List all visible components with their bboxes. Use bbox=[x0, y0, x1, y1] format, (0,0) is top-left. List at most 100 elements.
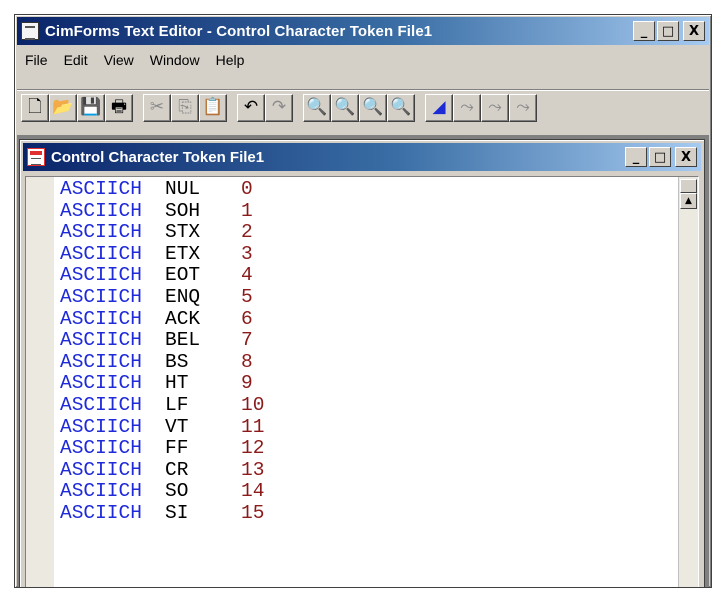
editor-line[interactable]: ASCIICH STX 2 bbox=[60, 222, 264, 244]
bookmark-previous-button[interactable]: ⤳ bbox=[481, 93, 509, 122]
line-name: SOH bbox=[165, 199, 201, 222]
undo-button[interactable]: ↶ bbox=[237, 93, 265, 122]
editor-line[interactable]: ASCIICH SO 14 bbox=[60, 481, 264, 503]
document-title: Control Character Token File1 bbox=[51, 148, 265, 166]
line-keyword: ASCIICH bbox=[60, 350, 142, 373]
text-editor[interactable]: ASCIICH NUL 0 ASCIICH SOH 1 ASCIICH STX 2 ASCIICH… bbox=[25, 176, 699, 587]
line-code: 12 bbox=[241, 437, 265, 460]
line-name: ETX bbox=[165, 242, 201, 265]
line-name: EOT bbox=[165, 264, 201, 287]
scroll-thumb[interactable] bbox=[680, 179, 697, 193]
menu-bar: File Edit View Window Help bbox=[17, 47, 709, 73]
editor-line[interactable]: ASCIICH LF 10 bbox=[60, 393, 264, 417]
document-minimize-button[interactable]: _ bbox=[625, 147, 647, 167]
app-titlebar[interactable]: CimForms Text Editor - Control Character… bbox=[17, 17, 709, 45]
line-keyword: ASCIICH bbox=[60, 221, 142, 244]
open-folder-button[interactable]: 📂 bbox=[49, 93, 77, 122]
editor-line[interactable]: ASCIICH BS 8 bbox=[60, 350, 264, 374]
menu-help[interactable]: Help bbox=[208, 52, 253, 68]
line-name: NUL bbox=[165, 178, 201, 200]
find-button[interactable]: 🔍 bbox=[303, 93, 331, 122]
bookmark-toggle-icon: ◢ bbox=[432, 97, 446, 117]
scroll-up-button[interactable]: ▲ bbox=[680, 193, 697, 209]
line-name: SI bbox=[165, 501, 189, 524]
bookmark-clear-button[interactable]: ⤳ bbox=[509, 93, 537, 122]
find-previous-icon: 🔍 bbox=[362, 97, 384, 117]
app-title: CimForms Text Editor - Control Character… bbox=[45, 22, 433, 40]
menu-window[interactable]: Window bbox=[142, 52, 208, 68]
line-keyword: ASCIICH bbox=[60, 329, 142, 352]
line-keyword: ASCIICH bbox=[60, 307, 142, 330]
line-name: VT bbox=[165, 415, 189, 438]
undo-icon: ↶ bbox=[243, 97, 259, 117]
document-maximize-button[interactable]: □ bbox=[649, 147, 671, 167]
line-code: 4 bbox=[241, 264, 253, 287]
print-icon: 🖶 bbox=[110, 97, 128, 117]
line-keyword: ASCIICH bbox=[60, 415, 142, 438]
line-name: BS bbox=[165, 350, 189, 373]
editor-line[interactable]: ASCIICH VT 11 bbox=[60, 415, 264, 439]
line-code: 1 bbox=[241, 199, 253, 222]
line-keyword: ASCIICH bbox=[60, 178, 142, 200]
paste-button[interactable]: 📋 bbox=[199, 93, 227, 122]
bookmark-next-icon: ⤳ bbox=[460, 97, 474, 117]
editor-line[interactable]: ASCIICH CR 13 bbox=[60, 458, 265, 482]
line-name: CR bbox=[165, 458, 189, 481]
toolbar: 🗋 📂 💾 🖶 ✂ ⎘ 📋 ↶ ↷ 🔍 🔍 🔍 🔍 ◢ ⤳ ⤳ ⤳ bbox=[17, 89, 709, 125]
copy-button[interactable]: ⎘ bbox=[171, 93, 199, 122]
line-code: 3 bbox=[241, 242, 253, 265]
editor-line[interactable]: ASCIICH FF 12 bbox=[60, 438, 264, 460]
document-titlebar[interactable]: Control Character Token File1 _ □ X bbox=[23, 143, 701, 171]
line-keyword: ASCIICH bbox=[60, 458, 142, 481]
vertical-scrollbar[interactable]: ▲ bbox=[678, 177, 698, 587]
document-close-button[interactable]: X bbox=[675, 147, 697, 167]
redo-button[interactable]: ↷ bbox=[265, 93, 293, 122]
close-button[interactable]: X bbox=[683, 21, 705, 41]
line-code: 5 bbox=[241, 285, 253, 308]
new-file-icon: 🗋 bbox=[28, 97, 42, 117]
print-button[interactable]: 🖶 bbox=[105, 93, 133, 122]
menu-file[interactable]: File bbox=[21, 52, 56, 68]
save-button[interactable]: 💾 bbox=[77, 93, 105, 122]
minimize-button[interactable]: _ bbox=[633, 21, 655, 41]
replace-icon: 🔍 bbox=[390, 97, 412, 117]
editor-line[interactable]: ASCIICH BEL 7 bbox=[60, 330, 264, 352]
menu-edit[interactable]: Edit bbox=[56, 52, 96, 68]
copy-icon: ⎘ bbox=[178, 97, 192, 117]
find-previous-button[interactable]: 🔍 bbox=[359, 93, 387, 122]
editor-lines[interactable]: ASCIICH NUL 0 ASCIICH SOH 1 ASCIICH STX 2 ASCIICH… bbox=[60, 178, 265, 525]
document-icon[interactable] bbox=[27, 148, 45, 166]
bookmark-previous-icon: ⤳ bbox=[488, 97, 502, 117]
redo-icon: ↷ bbox=[271, 97, 287, 117]
line-name: BEL bbox=[165, 329, 201, 352]
line-code: 14 bbox=[241, 480, 265, 503]
save-icon: 💾 bbox=[80, 97, 102, 117]
editor-gutter[interactable] bbox=[26, 177, 54, 587]
find-icon: 🔍 bbox=[306, 97, 328, 117]
paste-icon: 📋 bbox=[202, 97, 224, 117]
new-file-button[interactable]: 🗋 bbox=[21, 93, 49, 122]
editor-line[interactable]: ASCIICH ETX 3 bbox=[60, 242, 264, 266]
bookmark-clear-icon: ⤳ bbox=[516, 97, 530, 117]
document-window: Control Character Token File1 _ □ X ASCI… bbox=[19, 139, 705, 587]
editor-line[interactable]: ASCIICH HT 9 bbox=[60, 373, 264, 395]
bookmark-toggle-button[interactable]: ◢ bbox=[425, 93, 453, 122]
editor-line[interactable]: ASCIICH ENQ 5 bbox=[60, 285, 264, 309]
editor-line[interactable]: ASCIICH ACK 6 bbox=[60, 307, 264, 331]
cut-button[interactable]: ✂ bbox=[143, 93, 171, 122]
editor-line[interactable]: ASCIICH NUL 0 bbox=[60, 178, 264, 201]
editor-line[interactable]: ASCIICH SI 15 bbox=[60, 501, 264, 525]
line-keyword: ASCIICH bbox=[60, 393, 142, 416]
menu-view[interactable]: View bbox=[96, 52, 142, 68]
toolbar-group: 🔍 🔍 🔍 🔍 bbox=[303, 93, 415, 122]
line-name: LF bbox=[165, 393, 189, 416]
line-code: 13 bbox=[241, 458, 265, 481]
editor-line[interactable]: ASCIICH EOT 4 bbox=[60, 265, 264, 287]
maximize-button[interactable]: □ bbox=[657, 21, 679, 41]
editor-line[interactable]: ASCIICH SOH 1 bbox=[60, 199, 264, 223]
replace-button[interactable]: 🔍 bbox=[387, 93, 415, 122]
find-next-button[interactable]: 🔍 bbox=[331, 93, 359, 122]
bookmark-next-button[interactable]: ⤳ bbox=[453, 93, 481, 122]
app-icon[interactable] bbox=[21, 22, 39, 40]
line-name: HT bbox=[165, 372, 189, 395]
